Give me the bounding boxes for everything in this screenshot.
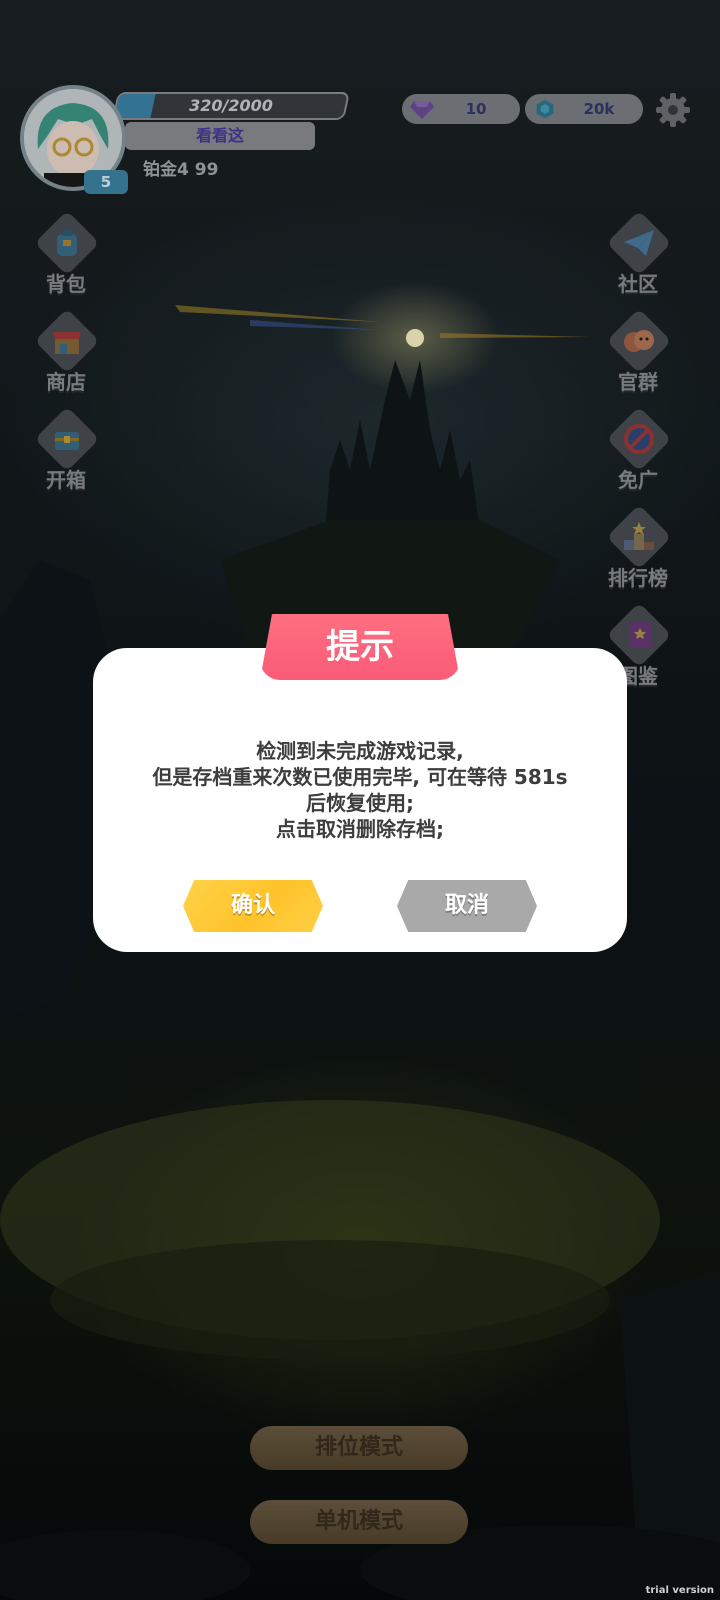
dialog-message-line: 检测到未完成游戏记录, [256, 739, 464, 763]
dialog-message-line: 后恢复使用; [306, 791, 414, 815]
dialog-message: 检测到未完成游戏记录, 但是存档重来次数已使用完毕, 可在等待 581s 后恢复… [110, 738, 610, 842]
confirm-button-label: 确认 [230, 893, 275, 918]
watermark: trial version [645, 1585, 714, 1596]
dialog-message-line: 点击取消删除存档; [276, 817, 444, 841]
dialog-title: 提示 [326, 627, 394, 667]
dialog-message-line: 但是存档重来次数已使用完毕, 可在等待 581s [152, 765, 568, 789]
cancel-button-label: 取消 [444, 893, 489, 918]
confirm-button[interactable]: 确认 [183, 880, 323, 932]
cancel-button[interactable]: 取消 [397, 880, 537, 932]
